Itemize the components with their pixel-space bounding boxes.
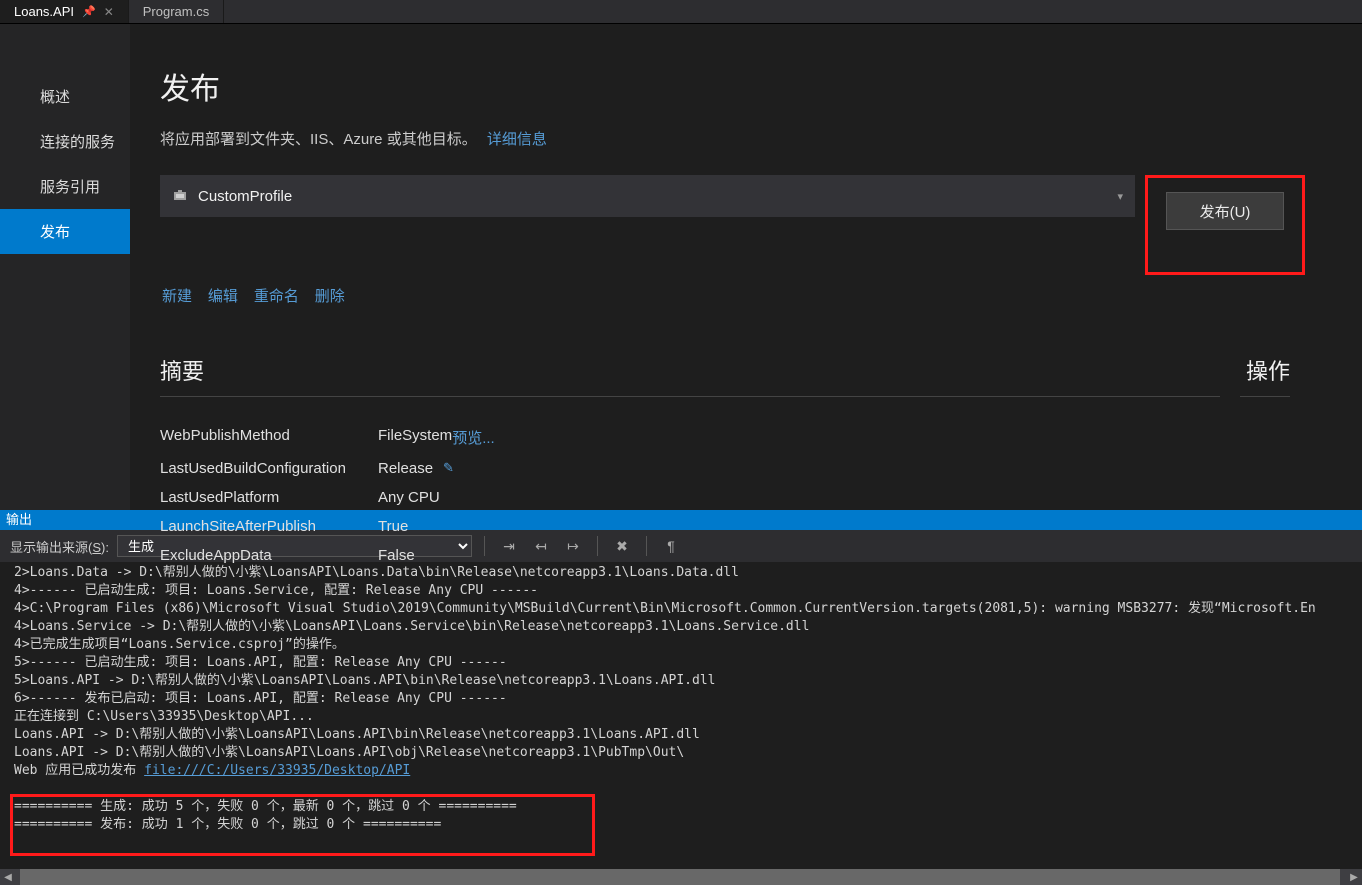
publish-button-highlight: 发布(U) xyxy=(1145,175,1305,275)
link-edit[interactable]: 编辑 xyxy=(208,288,238,305)
preview-link[interactable]: 预览... xyxy=(452,427,495,448)
row-value: FileSystem xyxy=(378,427,452,448)
row-value: True xyxy=(378,518,408,535)
summary-heading: 摘要 xyxy=(160,354,1220,397)
row-value: Any CPU xyxy=(378,489,440,506)
row-key: LastUsedBuildConfiguration xyxy=(160,460,378,477)
nav-service-references[interactable]: 服务引用 xyxy=(0,164,130,209)
scroll-thumb[interactable] xyxy=(20,869,1340,885)
output-file-link[interactable]: file:///C:/Users/33935/Desktop/API xyxy=(144,763,410,778)
tab-bar: Loans.API 📌 ✕ Program.cs xyxy=(0,0,1362,24)
link-new[interactable]: 新建 xyxy=(162,288,192,305)
left-nav: 概述 连接的服务 服务引用 发布 xyxy=(0,24,130,510)
nav-publish[interactable]: 发布 xyxy=(0,209,130,254)
profile-icon xyxy=(172,188,188,204)
table-row: LaunchSiteAfterPublish True xyxy=(160,512,1290,541)
row-key: LastUsedPlatform xyxy=(160,489,378,506)
link-delete[interactable]: 删除 xyxy=(315,288,345,305)
edit-icon[interactable]: ✎ xyxy=(443,460,454,477)
chevron-down-icon: ▾ xyxy=(1117,190,1123,203)
row-value: Release xyxy=(378,460,433,477)
output-panel: 输出 显示输出来源(S): 生成 ⇥ ↤ ↦ ✖ ¶ 2>Loans.Data … xyxy=(0,510,1362,885)
profile-links: 新建 编辑 重命名 删除 xyxy=(162,285,1362,306)
tab-program-cs[interactable]: Program.cs xyxy=(129,0,224,23)
table-row: WebPublishMethod FileSystem 预览... xyxy=(160,421,1290,454)
profile-row: CustomProfile ▾ 发布(U) xyxy=(160,175,1362,275)
profile-dropdown[interactable]: CustomProfile ▾ xyxy=(160,175,1135,217)
scroll-left-icon[interactable]: ◀ xyxy=(0,869,16,885)
horizontal-scrollbar[interactable]: ◀ ▶ xyxy=(0,869,1362,885)
publish-button[interactable]: 发布(U) xyxy=(1166,192,1284,230)
link-rename[interactable]: 重命名 xyxy=(254,288,299,305)
scroll-right-icon[interactable]: ▶ xyxy=(1346,869,1362,885)
tab-loans-api[interactable]: Loans.API 📌 ✕ xyxy=(0,0,129,23)
actions-heading: 操作 xyxy=(1240,354,1290,397)
table-row: LastUsedPlatform Any CPU xyxy=(160,483,1290,512)
main-area: 概述 连接的服务 服务引用 发布 发布 将应用部署到文件夹、IIS、Azure … xyxy=(0,24,1362,510)
nav-connected-services[interactable]: 连接的服务 xyxy=(0,119,130,164)
row-key: LaunchSiteAfterPublish xyxy=(160,518,378,535)
table-row: LastUsedBuildConfiguration Release ✎ xyxy=(160,454,1290,483)
output-source-label: 显示输出来源(S): xyxy=(10,537,109,556)
row-key: WebPublishMethod xyxy=(160,427,378,448)
profile-name: CustomProfile xyxy=(198,188,292,205)
content: 发布 将应用部署到文件夹、IIS、Azure 或其他目标。 详细信息 Custo… xyxy=(130,24,1362,510)
output-body[interactable]: 2>Loans.Data -> D:\帮别人做的\小紫\LoansAPI\Loa… xyxy=(0,562,1362,869)
summary-header: 摘要 操作 xyxy=(160,354,1290,397)
tab-label: Program.cs xyxy=(143,4,209,19)
tab-label: Loans.API xyxy=(14,4,74,19)
nav-overview[interactable]: 概述 xyxy=(0,74,130,119)
summary-table: WebPublishMethod FileSystem 预览... LastUs… xyxy=(160,421,1290,570)
close-icon[interactable]: ✕ xyxy=(104,5,114,19)
page-subtitle: 将应用部署到文件夹、IIS、Azure 或其他目标。 详细信息 xyxy=(160,128,1362,149)
pin-icon[interactable]: 📌 xyxy=(82,5,96,18)
page-title: 发布 xyxy=(160,64,1362,108)
details-link[interactable]: 详细信息 xyxy=(487,131,547,148)
